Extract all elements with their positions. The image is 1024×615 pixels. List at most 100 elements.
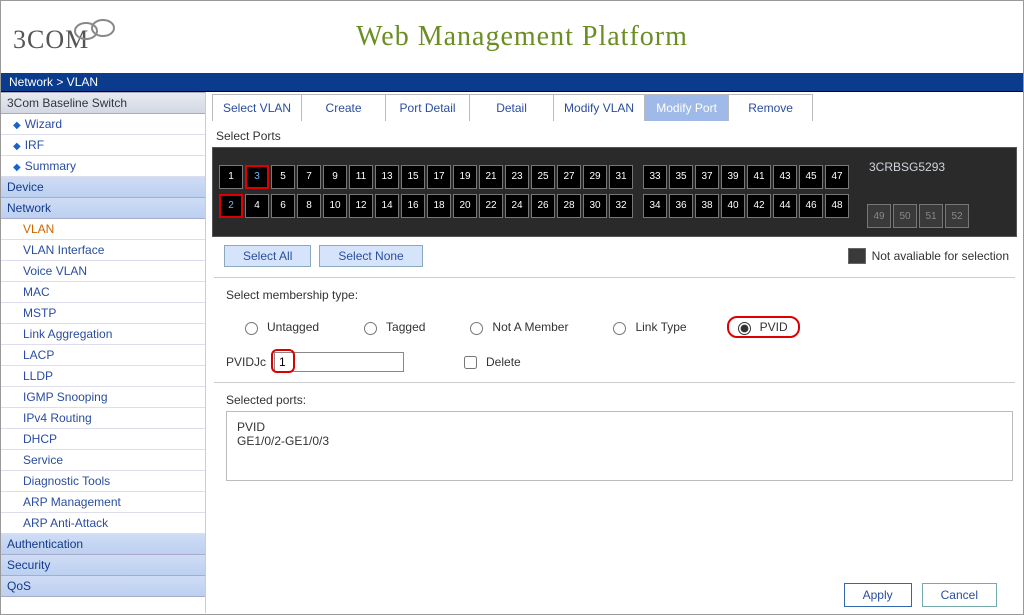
port-49[interactable]: 49 (867, 204, 891, 228)
sidebar-item-wizard[interactable]: ◆Wizard (1, 114, 205, 135)
port-42[interactable]: 42 (747, 194, 771, 218)
port-17[interactable]: 17 (427, 165, 451, 189)
port-29[interactable]: 29 (583, 165, 607, 189)
sidebar-item-igmp-snooping[interactable]: IGMP Snooping (1, 387, 205, 408)
sidebar-group-security[interactable]: Security (1, 555, 205, 576)
sidebar-item-irf[interactable]: ◆IRF (1, 135, 205, 156)
port-18[interactable]: 18 (427, 194, 451, 218)
sidebar-item-mac[interactable]: MAC (1, 282, 205, 303)
sidebar-item-lldp[interactable]: LLDP (1, 366, 205, 387)
port-19[interactable]: 19 (453, 165, 477, 189)
port-21[interactable]: 21 (479, 165, 503, 189)
port-40[interactable]: 40 (721, 194, 745, 218)
sidebar-item-service[interactable]: Service (1, 450, 205, 471)
tab-modify-port[interactable]: Modify Port (645, 94, 729, 121)
apply-button[interactable]: Apply (844, 583, 912, 607)
sidebar-item-summary[interactable]: ◆Summary (1, 156, 205, 177)
port-4[interactable]: 4 (245, 194, 269, 218)
port-41[interactable]: 41 (747, 165, 771, 189)
port-26[interactable]: 26 (531, 194, 555, 218)
cancel-button[interactable]: Cancel (922, 583, 997, 607)
sidebar-item-vlan-interface[interactable]: VLAN Interface (1, 240, 205, 261)
sidebar-group-network[interactable]: Network (1, 198, 205, 219)
port-36[interactable]: 36 (669, 194, 693, 218)
pvid-input[interactable] (274, 352, 404, 372)
radio-link-type[interactable] (613, 322, 626, 335)
sidebar-group-device[interactable]: Device (1, 177, 205, 198)
sidebar-item-dhcp[interactable]: DHCP (1, 429, 205, 450)
sidebar-item-link-aggregation[interactable]: Link Aggregation (1, 324, 205, 345)
tab-port-detail[interactable]: Port Detail (386, 94, 470, 121)
port-13[interactable]: 13 (375, 165, 399, 189)
sidebar-item-arp-anti-attack[interactable]: ARP Anti-Attack (1, 513, 205, 534)
port-25[interactable]: 25 (531, 165, 555, 189)
port-28[interactable]: 28 (557, 194, 581, 218)
port-9[interactable]: 9 (323, 165, 347, 189)
port-43[interactable]: 43 (773, 165, 797, 189)
port-6[interactable]: 6 (271, 194, 295, 218)
port-34[interactable]: 34 (643, 194, 667, 218)
opt-pvid[interactable]: PVID (727, 316, 800, 338)
port-46[interactable]: 46 (799, 194, 823, 218)
sidebar-item-vlan[interactable]: VLAN (1, 219, 205, 240)
port-33[interactable]: 33 (643, 165, 667, 189)
select-all-button[interactable]: Select All (224, 245, 311, 267)
port-24[interactable]: 24 (505, 194, 529, 218)
port-30[interactable]: 30 (583, 194, 607, 218)
radio-pvid[interactable] (738, 322, 751, 335)
tab-remove[interactable]: Remove (729, 94, 813, 121)
port-14[interactable]: 14 (375, 194, 399, 218)
sidebar-item-lacp[interactable]: LACP (1, 345, 205, 366)
sidebar-group-authentication[interactable]: Authentication (1, 534, 205, 555)
radio-tagged[interactable] (364, 322, 377, 335)
sidebar-item-diagnostic-tools[interactable]: Diagnostic Tools (1, 471, 205, 492)
port-11[interactable]: 11 (349, 165, 373, 189)
delete-checkbox-label[interactable]: Delete (460, 353, 521, 372)
port-3[interactable]: 3 (245, 165, 269, 189)
tab-detail[interactable]: Detail (470, 94, 554, 121)
tab-modify-vlan[interactable]: Modify VLAN (554, 94, 645, 121)
port-8[interactable]: 8 (297, 194, 321, 218)
port-37[interactable]: 37 (695, 165, 719, 189)
port-20[interactable]: 20 (453, 194, 477, 218)
sidebar-item-arp-management[interactable]: ARP Management (1, 492, 205, 513)
tab-create[interactable]: Create (302, 94, 386, 121)
sidebar-head-device-name[interactable]: 3Com Baseline Switch (1, 92, 205, 114)
port-32[interactable]: 32 (609, 194, 633, 218)
port-27[interactable]: 27 (557, 165, 581, 189)
port-16[interactable]: 16 (401, 194, 425, 218)
radio-not-member[interactable] (470, 322, 483, 335)
port-5[interactable]: 5 (271, 165, 295, 189)
radio-untagged[interactable] (245, 322, 258, 335)
port-22[interactable]: 22 (479, 194, 503, 218)
port-39[interactable]: 39 (721, 165, 745, 189)
opt-not-member[interactable]: Not A Member (465, 319, 568, 335)
port-52[interactable]: 52 (945, 204, 969, 228)
delete-checkbox[interactable] (464, 356, 477, 369)
select-none-button[interactable]: Select None (319, 245, 422, 267)
port-44[interactable]: 44 (773, 194, 797, 218)
port-47[interactable]: 47 (825, 165, 849, 189)
port-38[interactable]: 38 (695, 194, 719, 218)
port-1[interactable]: 1 (219, 165, 243, 189)
port-2[interactable]: 2 (219, 194, 243, 218)
port-7[interactable]: 7 (297, 165, 321, 189)
port-10[interactable]: 10 (323, 194, 347, 218)
port-35[interactable]: 35 (669, 165, 693, 189)
port-50[interactable]: 50 (893, 204, 917, 228)
port-48[interactable]: 48 (825, 194, 849, 218)
sidebar-item-ipv4-routing[interactable]: IPv4 Routing (1, 408, 205, 429)
port-51[interactable]: 51 (919, 204, 943, 228)
opt-tagged[interactable]: Tagged (359, 319, 425, 335)
port-45[interactable]: 45 (799, 165, 823, 189)
tab-select-vlan[interactable]: Select VLAN (212, 94, 302, 121)
port-31[interactable]: 31 (609, 165, 633, 189)
sidebar-group-qos[interactable]: QoS (1, 576, 205, 597)
opt-untagged[interactable]: Untagged (240, 319, 319, 335)
port-23[interactable]: 23 (505, 165, 529, 189)
sidebar-item-mstp[interactable]: MSTP (1, 303, 205, 324)
port-15[interactable]: 15 (401, 165, 425, 189)
port-12[interactable]: 12 (349, 194, 373, 218)
sidebar-item-voice-vlan[interactable]: Voice VLAN (1, 261, 205, 282)
opt-link-type[interactable]: Link Type (608, 319, 686, 335)
